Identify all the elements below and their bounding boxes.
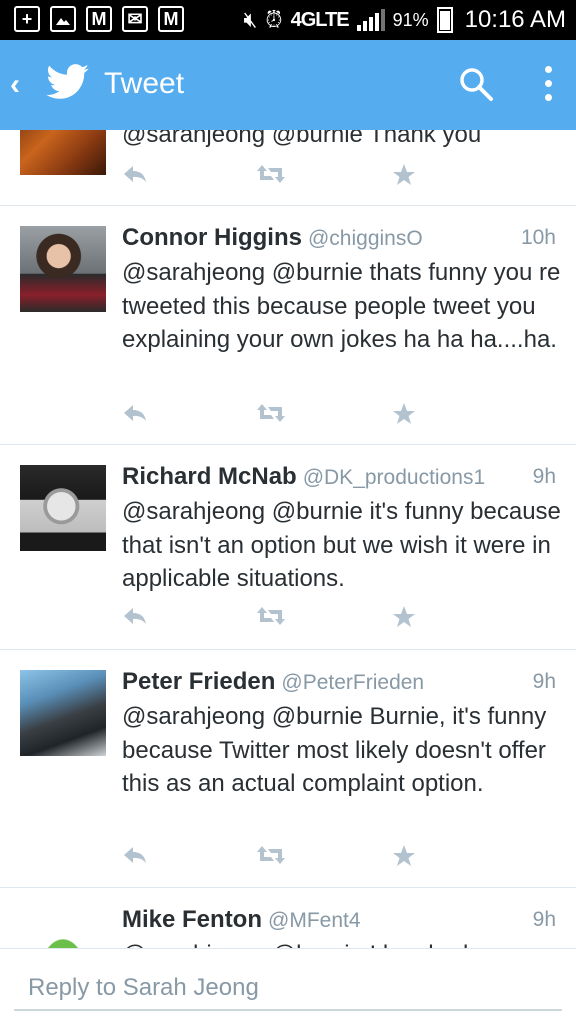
author-handle[interactable]: @PeterFrieden xyxy=(281,671,424,694)
author-handle[interactable]: @MFent4 xyxy=(268,909,361,932)
author-handle[interactable]: @chigginsO xyxy=(308,227,423,250)
more-vert-icon[interactable] xyxy=(544,64,554,104)
retweet-icon[interactable] xyxy=(256,844,286,866)
clock: 10:16 AM xyxy=(464,6,566,33)
twitter-bird-icon xyxy=(46,64,89,99)
author-name[interactable]: Mike Fenton xyxy=(122,906,262,933)
tweet-item[interactable]: @sarahjeong @burnie Thank you xyxy=(0,130,576,206)
mail-icon: ✉ xyxy=(122,6,148,32)
reply-bar xyxy=(0,948,576,1025)
page-title: Tweet xyxy=(104,67,185,100)
tweet-time: 9h xyxy=(532,465,556,488)
tweet-text: @sarahjeong @burnie thats funny you re t… xyxy=(122,259,561,353)
avatar[interactable] xyxy=(20,130,106,175)
author-name[interactable]: Peter Frieden xyxy=(122,668,275,695)
search-icon[interactable] xyxy=(458,66,494,102)
tweet-time: 9h xyxy=(532,908,556,931)
tweet-item[interactable]: Peter Frieden @PeterFrieden 9h @sarahjeon… xyxy=(0,650,576,888)
tweet-time: 9h xyxy=(532,670,556,693)
alarm-icon: ⏰︎ xyxy=(265,7,283,32)
tweet-actions xyxy=(122,163,422,187)
tweet-text: @sarahjeong @burnie it's funny because t… xyxy=(122,498,561,592)
retweet-icon[interactable] xyxy=(256,163,286,185)
author-handle[interactable]: @DK_productions1 xyxy=(303,466,485,489)
tweet-text: @sarahjeong @burnie Burnie, it's funny b… xyxy=(122,703,547,797)
battery-icon xyxy=(436,7,453,33)
tweet-actions xyxy=(122,605,422,629)
author-name[interactable]: Connor Higgins xyxy=(122,224,302,251)
signal-icon xyxy=(356,9,385,31)
tweet-actions xyxy=(122,844,422,868)
tweet-actions xyxy=(122,402,422,426)
gmail-icon: M xyxy=(86,6,112,32)
tweet-text: @sarahjeong @burnie Thank you xyxy=(122,130,482,148)
back-chevron-icon[interactable]: ‹ xyxy=(10,68,20,102)
reply-icon[interactable] xyxy=(122,163,148,185)
reply-input[interactable] xyxy=(14,967,562,1011)
reply-icon[interactable] xyxy=(122,402,148,424)
reply-list[interactable]: @sarahjeong @burnie Thank you Connor Hig… xyxy=(0,130,576,948)
reply-icon[interactable] xyxy=(122,844,148,866)
tweet-time: 10h xyxy=(520,226,556,249)
reply-icon[interactable] xyxy=(122,605,148,627)
tweet-item[interactable]: Richard McNab @DK_productions1 9h @sarahj… xyxy=(0,445,576,650)
retweet-icon[interactable] xyxy=(256,605,286,627)
avatar[interactable] xyxy=(20,465,106,551)
app-bar: ‹ Tweet xyxy=(0,40,576,130)
plus-icon: + xyxy=(14,6,40,32)
retweet-icon[interactable] xyxy=(256,402,286,424)
tweet-text: @sarahjeong @burnie I laughed so xyxy=(122,938,562,948)
avatar[interactable] xyxy=(20,908,106,948)
avatar[interactable] xyxy=(20,226,106,312)
tweet-item[interactable]: Connor Higgins @chigginsO 10h @sarahjeong… xyxy=(0,206,576,445)
author-name[interactable]: Richard McNab xyxy=(122,463,297,490)
image-icon xyxy=(50,6,76,32)
gmail-icon: M xyxy=(158,6,184,32)
favorite-star-icon[interactable] xyxy=(392,402,416,426)
avatar[interactable] xyxy=(20,670,106,756)
favorite-star-icon[interactable] xyxy=(392,844,416,868)
network-type: 4GLTE xyxy=(290,8,350,31)
favorite-star-icon[interactable] xyxy=(392,605,416,629)
status-bar: + M ✉ M 🔇︎ ⏰︎ 4GLTE 91% 10:16 AM xyxy=(0,0,576,40)
tweet-item[interactable]: Mike Fenton @MFent4 9h @sarahjeong @burni… xyxy=(0,888,576,948)
battery-percent: 91% xyxy=(392,9,429,30)
favorite-star-icon[interactable] xyxy=(392,163,416,187)
mute-icon: 🔇︎ xyxy=(243,7,258,32)
